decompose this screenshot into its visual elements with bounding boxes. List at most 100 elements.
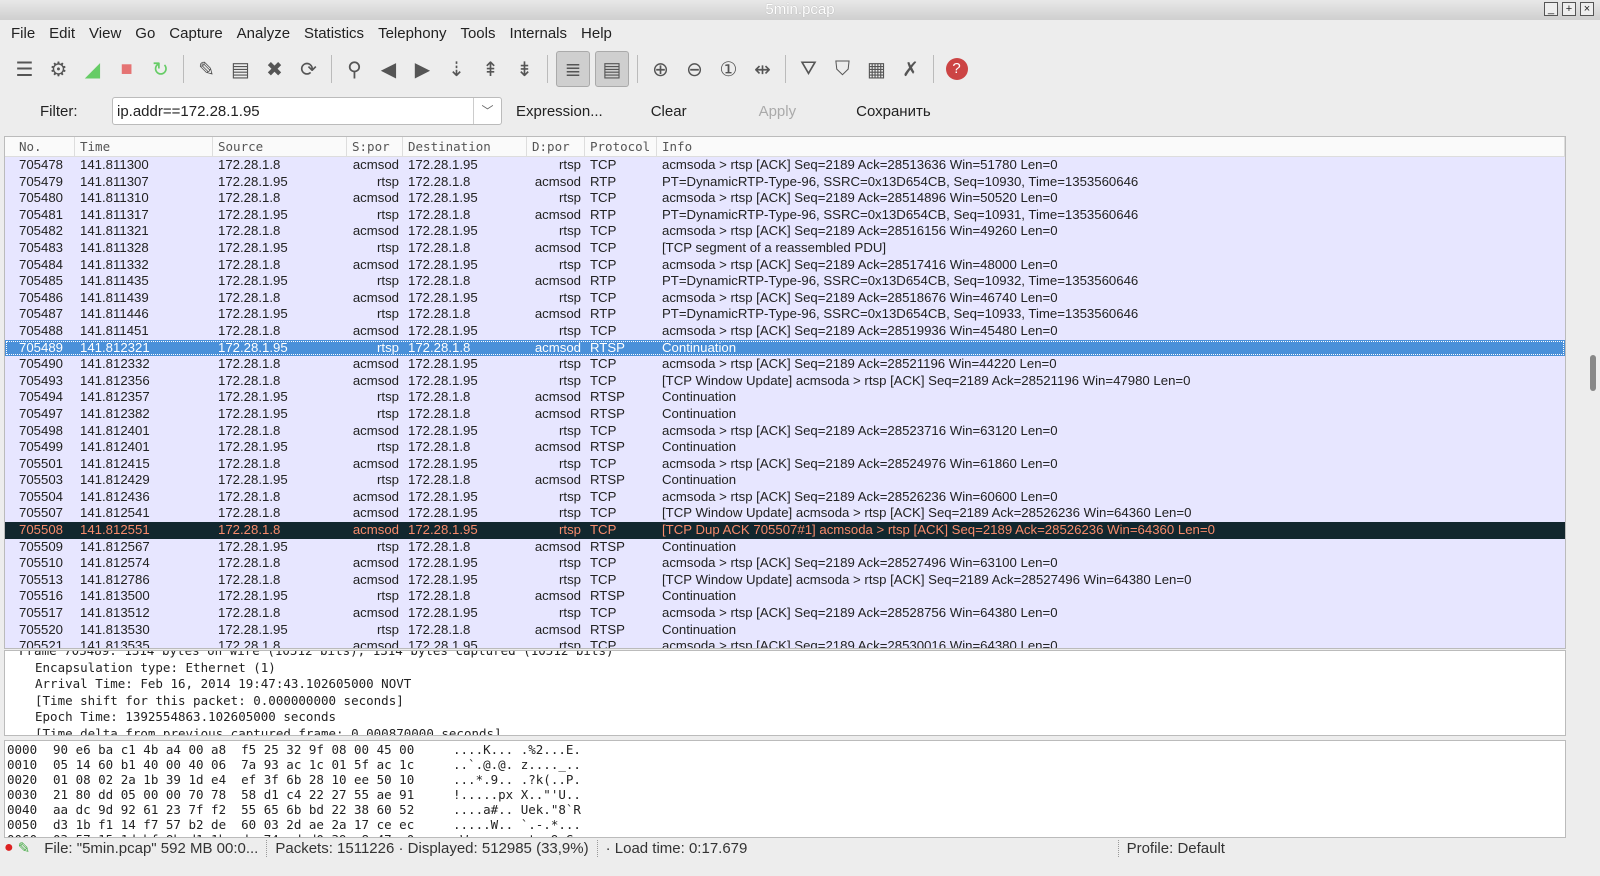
column-header-6[interactable]: Protocol	[585, 137, 657, 156]
column-header-5[interactable]: D:por	[527, 137, 585, 156]
detail-line[interactable]: [Time delta from previous captured frame…	[5, 726, 1565, 735]
hex-bytes[interactable]: d3 1b f1 14 f7 57 b2 de 60 03 2d ae 2a 1…	[53, 817, 453, 832]
packet-row[interactable]: 705516 141.813500 172.28.1.95 rtsp 172.28.1.…	[5, 588, 1565, 606]
detail-line[interactable]: Epoch Time: 1392554863.102605000 seconds	[5, 709, 1565, 726]
packet-row[interactable]: 705489 141.812321 172.28.1.95 rtsp 172.28.1.…	[5, 339, 1565, 357]
packet-details[interactable]: Frame 705489: 1314 bytes on wire (10512 …	[4, 650, 1566, 736]
zoom-out-button[interactable]: ⊖	[680, 55, 709, 84]
chevron-down-icon[interactable]: ﹀	[473, 98, 501, 124]
menu-view[interactable]: View	[82, 25, 128, 42]
packet-row[interactable]: 705487 141.811446 172.28.1.95 rtsp 172.28.1.…	[5, 306, 1565, 323]
packet-row[interactable]: 705479 141.811307 172.28.1.95 rtsp 172.28.1.…	[5, 173, 1565, 191]
minimize-button[interactable]: _	[1544, 2, 1558, 16]
packet-row[interactable]: 705481 141.811317 172.28.1.95 rtsp 172.28.1.…	[5, 206, 1565, 224]
packet-bytes[interactable]: 0000 90 e6 ba c1 4b a4 00 a8 f5 25 32 9f …	[4, 740, 1566, 838]
column-header-2[interactable]: Source	[213, 137, 347, 156]
hex-bytes[interactable]: 90 e6 ba c1 4b a4 00 a8 f5 25 32 9f 08 0…	[53, 742, 453, 757]
options-button[interactable]: ⚙	[44, 55, 73, 84]
hex-bytes[interactable]: 01 08 02 2a 1b 39 1d e4 ef 3f 6b 28 10 e…	[53, 772, 453, 787]
column-header-1[interactable]: Time	[75, 137, 213, 156]
hex-ascii[interactable]: .....W.. `.-.*...	[453, 817, 653, 832]
menu-internals[interactable]: Internals	[502, 25, 574, 42]
go-back-button[interactable]: ◀	[374, 55, 403, 84]
filter-input[interactable]: ip.addr==172.28.1.95 ﹀	[112, 97, 502, 125]
display-filters-button[interactable]: ⛉	[828, 55, 857, 84]
packet-row[interactable]: 705510 141.812574 172.28.1.8 acmsod 172.28.1…	[5, 555, 1565, 572]
detail-line[interactable]: Frame 705489: 1314 bytes on wire (10512 …	[5, 651, 1565, 660]
stop-capture-button[interactable]: ■	[112, 55, 141, 84]
save-filter-button[interactable]: Сохранить	[846, 103, 941, 120]
first-packet-button[interactable]: ⇞	[476, 55, 505, 84]
clear-button[interactable]: Clear	[641, 103, 697, 120]
reload-button[interactable]: ⟳	[294, 55, 323, 84]
apply-button[interactable]: Apply	[749, 103, 807, 120]
hex-ascii[interactable]: ....a#.. Uek."8`R	[453, 802, 653, 817]
hex-bytes[interactable]: aa dc 9d 92 61 23 7f f2 55 65 6b bd 22 3…	[53, 802, 453, 817]
packet-row[interactable]: 705499 141.812401 172.28.1.95 rtsp 172.28.1.…	[5, 439, 1565, 456]
auto-scroll-button[interactable]: ▤	[595, 51, 629, 87]
close-file-button[interactable]: ✖	[260, 55, 289, 84]
hex-bytes[interactable]: 21 80 dd 05 00 00 70 78 58 d1 c4 22 27 5…	[53, 787, 453, 802]
capture-filters-button[interactable]: ⛛	[794, 55, 823, 84]
open-file-button[interactable]: ✎	[192, 55, 221, 84]
hex-ascii[interactable]: ....K... .%2...E.	[453, 742, 653, 757]
packet-row[interactable]: 705482 141.811321 172.28.1.8 acmsod 172.28.1…	[5, 223, 1565, 240]
resize-columns-button[interactable]: ⇹	[748, 55, 777, 84]
find-packet-button[interactable]: ⚲	[340, 55, 369, 84]
packet-row[interactable]: 705504 141.812436 172.28.1.8 acmsod 172.28.1…	[5, 488, 1565, 506]
detail-line[interactable]: [Time shift for this packet: 0.000000000…	[5, 693, 1565, 710]
hex-ascii[interactable]: ...*.9.. .?k(..P.	[453, 772, 653, 787]
detail-line[interactable]: Encapsulation type: Ethernet (1)	[5, 660, 1565, 677]
packet-row[interactable]: 705497 141.812382 172.28.1.95 rtsp 172.28.1.…	[5, 405, 1565, 423]
menu-tools[interactable]: Tools	[453, 25, 502, 42]
normal-size-button[interactable]: ①	[714, 55, 743, 84]
menu-file[interactable]: File	[4, 25, 42, 42]
menu-go[interactable]: Go	[128, 25, 162, 42]
packet-row[interactable]: 705501 141.812415 172.28.1.8 acmsod 172.28.1…	[5, 455, 1565, 473]
packet-row[interactable]: 705509 141.812567 172.28.1.95 rtsp 172.28.1.…	[5, 538, 1565, 556]
packet-row[interactable]: 705498 141.812401 172.28.1.8 acmsod 172.28.1…	[5, 422, 1565, 440]
hex-ascii[interactable]: ..`.@.@. z...._..	[453, 757, 653, 772]
preferences-button[interactable]: ✗	[896, 55, 925, 84]
packet-row[interactable]: 705483 141.811328 172.28.1.95 rtsp 172.28.1.…	[5, 239, 1565, 257]
colorize-button[interactable]: ≣	[556, 51, 590, 87]
packet-row[interactable]: 705493 141.812356 172.28.1.8 acmsod 172.28.1…	[5, 372, 1565, 390]
packet-row[interactable]: 705508 141.812551 172.28.1.8 acmsod 172.28.1…	[5, 522, 1565, 539]
zoom-in-button[interactable]: ⊕	[646, 55, 675, 84]
expert-info-icon[interactable]: ●	[0, 839, 14, 857]
packet-row[interactable]: 705507 141.812541 172.28.1.8 acmsod 172.28.1…	[5, 505, 1565, 523]
interfaces-button[interactable]: ☰	[10, 55, 39, 84]
packet-row[interactable]: 705517 141.813512 172.28.1.8 acmsod 172.28.1…	[5, 605, 1565, 622]
maximize-button[interactable]: +	[1562, 2, 1576, 16]
menu-edit[interactable]: Edit	[42, 25, 82, 42]
menu-telephony[interactable]: Telephony	[371, 25, 453, 42]
capture-comment-icon[interactable]: ✎	[14, 839, 37, 857]
packet-list[interactable]: No. Time Source S:por Destination D:por Protoc…	[4, 136, 1566, 649]
last-packet-button[interactable]: ⇟	[510, 55, 539, 84]
go-to-packet-button[interactable]: ⇣	[442, 55, 471, 84]
start-capture-button[interactable]: ◢	[78, 55, 107, 84]
go-forward-button[interactable]: ▶	[408, 55, 437, 84]
menu-help[interactable]: Help	[574, 25, 619, 42]
packet-row[interactable]: 705490 141.812332 172.28.1.8 acmsod 172.28.1…	[5, 356, 1565, 373]
menu-analyze[interactable]: Analyze	[230, 25, 297, 42]
column-header-4[interactable]: Destination	[403, 137, 527, 156]
status-profile[interactable]: Profile: Default	[1117, 839, 1233, 857]
column-header-7[interactable]: Info	[657, 137, 1565, 156]
detail-line[interactable]: Arrival Time: Feb 16, 2014 19:47:43.1026…	[5, 676, 1565, 693]
coloring-rules-button[interactable]: ▦	[862, 55, 891, 84]
menu-capture[interactable]: Capture	[162, 25, 229, 42]
packet-row[interactable]: 705485 141.811435 172.28.1.95 rtsp 172.28.1.…	[5, 273, 1565, 290]
column-header-0[interactable]: No.	[5, 137, 75, 156]
hex-ascii[interactable]: !.....px X.."'U..	[453, 787, 653, 802]
packet-list-scrollbar[interactable]	[1590, 140, 1598, 645]
packet-row[interactable]: 705480 141.811310 172.28.1.8 acmsod 172.28.1…	[5, 190, 1565, 207]
packet-row[interactable]: 705488 141.811451 172.28.1.8 acmsod 172.28.1…	[5, 322, 1565, 340]
packet-row[interactable]: 705520 141.813530 172.28.1.95 rtsp 172.28.1.…	[5, 621, 1565, 639]
packet-row[interactable]: 705484 141.811332 172.28.1.8 acmsod 172.28.1…	[5, 256, 1565, 274]
packet-row[interactable]: 705478 141.811300 172.28.1.8 acmsod 172.28.1…	[5, 157, 1565, 174]
restart-capture-button[interactable]: ↻	[146, 55, 175, 84]
scrollbar-thumb[interactable]	[1590, 355, 1596, 391]
close-button[interactable]: ×	[1580, 2, 1594, 16]
packet-row[interactable]: 705503 141.812429 172.28.1.95 rtsp 172.28.1.…	[5, 472, 1565, 489]
